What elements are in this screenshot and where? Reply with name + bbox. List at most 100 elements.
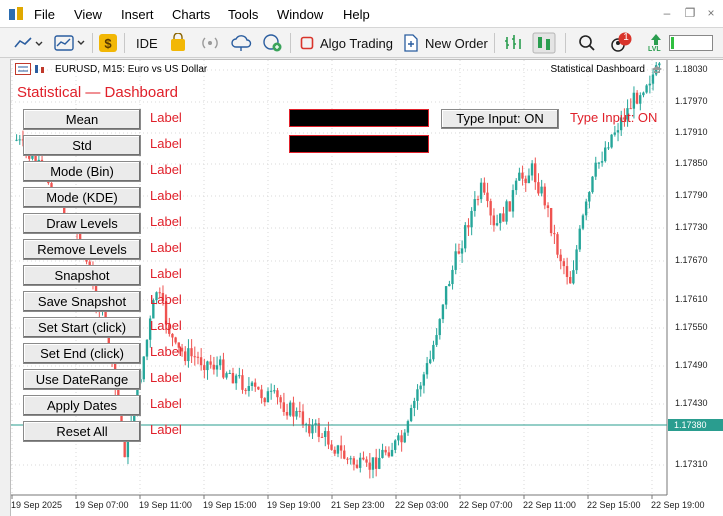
candle-body bbox=[311, 424, 314, 434]
candle-body bbox=[279, 397, 282, 403]
candle-body bbox=[253, 382, 257, 387]
price-tick-label: 1.17550 bbox=[675, 322, 708, 332]
vps-button[interactable] bbox=[262, 31, 284, 55]
candle-body bbox=[339, 445, 343, 451]
dashboard-button-set-end-click[interactable]: Set End (click) bbox=[23, 343, 141, 364]
vps-icon bbox=[263, 34, 282, 52]
chart-window-icon bbox=[15, 63, 44, 75]
candle-body bbox=[441, 304, 445, 320]
menu-help[interactable]: Help bbox=[343, 7, 370, 22]
candle-body bbox=[467, 225, 470, 228]
menu-tools[interactable]: Tools bbox=[228, 7, 258, 22]
depth-of-market-button[interactable] bbox=[532, 31, 556, 55]
candle-body bbox=[288, 402, 292, 416]
candle-body bbox=[569, 277, 572, 284]
new-order-label: New Order bbox=[425, 35, 488, 51]
ide-button[interactable]: IDE bbox=[136, 31, 158, 55]
dashboard-value-label: Label bbox=[150, 370, 182, 385]
search-button[interactable] bbox=[578, 31, 596, 55]
market-button[interactable] bbox=[169, 31, 187, 55]
dashboard-value-label: Label bbox=[150, 344, 182, 359]
candle-body bbox=[203, 365, 206, 371]
minimize-icon[interactable]: – bbox=[660, 6, 674, 20]
current-price-marker: 1.17380 bbox=[668, 419, 723, 431]
dashboard-value-label: Label bbox=[150, 214, 182, 229]
menu-view[interactable]: View bbox=[74, 7, 102, 22]
candle-body bbox=[562, 261, 566, 267]
candle-body bbox=[543, 186, 546, 206]
dashboard-button-mode-kde[interactable]: Mode (KDE) bbox=[23, 187, 141, 208]
candle-body bbox=[218, 359, 222, 366]
candle-body bbox=[505, 201, 508, 222]
level-button[interactable]: LVL bbox=[648, 31, 664, 55]
time-tick-label: 19 Sep 11:00 bbox=[139, 500, 192, 510]
price-tick-label: 1.17310 bbox=[675, 459, 708, 469]
candle-body bbox=[578, 228, 581, 250]
line-chart-button[interactable] bbox=[14, 31, 44, 55]
price-tick-label: 1.17610 bbox=[675, 294, 708, 304]
candle-body bbox=[352, 458, 356, 465]
algo-trading-button[interactable]: Algo Trading bbox=[300, 31, 393, 55]
dashboard-button-apply-dates[interactable]: Apply Dates bbox=[23, 395, 141, 416]
menu-charts[interactable]: Charts bbox=[172, 7, 210, 22]
dashboard-button-mean[interactable]: Mean bbox=[23, 109, 141, 130]
dashboard-button-mode-bin[interactable]: Mode (Bin) bbox=[23, 161, 141, 182]
dashboard-button-save-snapshot[interactable]: Save Snapshot bbox=[23, 291, 141, 312]
candle-body bbox=[635, 92, 639, 104]
restore-icon[interactable]: ❐ bbox=[683, 6, 697, 20]
battery-indicator bbox=[669, 31, 713, 55]
candle-body bbox=[502, 213, 505, 222]
signals-button[interactable] bbox=[200, 31, 220, 55]
candle-body bbox=[463, 225, 467, 249]
candle-body bbox=[266, 391, 270, 403]
dashboard-button-set-start-click[interactable]: Set Start (click) bbox=[23, 317, 141, 338]
menu-insert[interactable]: Insert bbox=[121, 7, 154, 22]
dashboard-button-snapshot[interactable]: Snapshot bbox=[23, 265, 141, 286]
time-tick-label: 22 Sep 07:00 bbox=[459, 500, 513, 510]
notifications-button[interactable]: 1 bbox=[608, 31, 636, 55]
candle-body bbox=[444, 286, 448, 305]
candle-body bbox=[320, 436, 324, 438]
candle-body bbox=[330, 444, 333, 450]
candle-body bbox=[260, 389, 263, 399]
dollar-button[interactable]: $ bbox=[98, 31, 118, 55]
candle-body bbox=[387, 452, 391, 457]
dashboard-button-reset-all[interactable]: Reset All bbox=[23, 421, 141, 442]
candle-body bbox=[333, 449, 336, 454]
dashboard-button-std[interactable]: Std bbox=[23, 135, 141, 156]
candle-body bbox=[234, 375, 238, 384]
dashboard-button-draw-levels[interactable]: Draw Levels bbox=[23, 213, 141, 234]
candle-body bbox=[196, 356, 200, 358]
candle-body bbox=[206, 361, 209, 371]
type-input-button[interactable]: Type Input: ON bbox=[441, 109, 559, 129]
dashboard-button-remove-levels[interactable]: Remove Levels bbox=[23, 239, 141, 260]
candle-body bbox=[228, 372, 231, 374]
candle-body bbox=[435, 335, 438, 345]
app-logo-icon bbox=[9, 7, 23, 20]
close-icon[interactable]: × bbox=[704, 6, 718, 20]
candle-body bbox=[231, 372, 235, 384]
candle-body bbox=[349, 458, 352, 460]
chart-type-button[interactable] bbox=[54, 31, 88, 55]
toolbar-separator bbox=[290, 33, 291, 53]
candle-body bbox=[400, 435, 403, 443]
candle-body bbox=[368, 462, 371, 470]
menu-file[interactable]: File bbox=[34, 7, 55, 22]
candle-body bbox=[540, 186, 543, 194]
candle-body bbox=[390, 449, 394, 457]
cloud-button[interactable] bbox=[230, 31, 252, 55]
candle-body bbox=[588, 192, 591, 202]
candle-body bbox=[600, 161, 604, 163]
dashboard-value-label: Label bbox=[150, 396, 182, 411]
candle-body bbox=[479, 182, 483, 200]
candle-body bbox=[556, 234, 559, 255]
dashboard-button-use-daterange[interactable]: Use DateRange bbox=[23, 369, 141, 390]
candle-body bbox=[355, 464, 359, 468]
new-order-button[interactable]: New Order bbox=[403, 31, 488, 55]
candle-body bbox=[174, 337, 177, 343]
one-click-trading-button[interactable] bbox=[503, 31, 523, 55]
dashboard-value-label: Label bbox=[150, 136, 182, 151]
price-tick-label: 1.17490 bbox=[675, 360, 708, 370]
chart-window[interactable]: EURUSD, M15: Euro vs US Dollar Statistic… bbox=[10, 59, 723, 516]
menu-window[interactable]: Window bbox=[277, 7, 323, 22]
